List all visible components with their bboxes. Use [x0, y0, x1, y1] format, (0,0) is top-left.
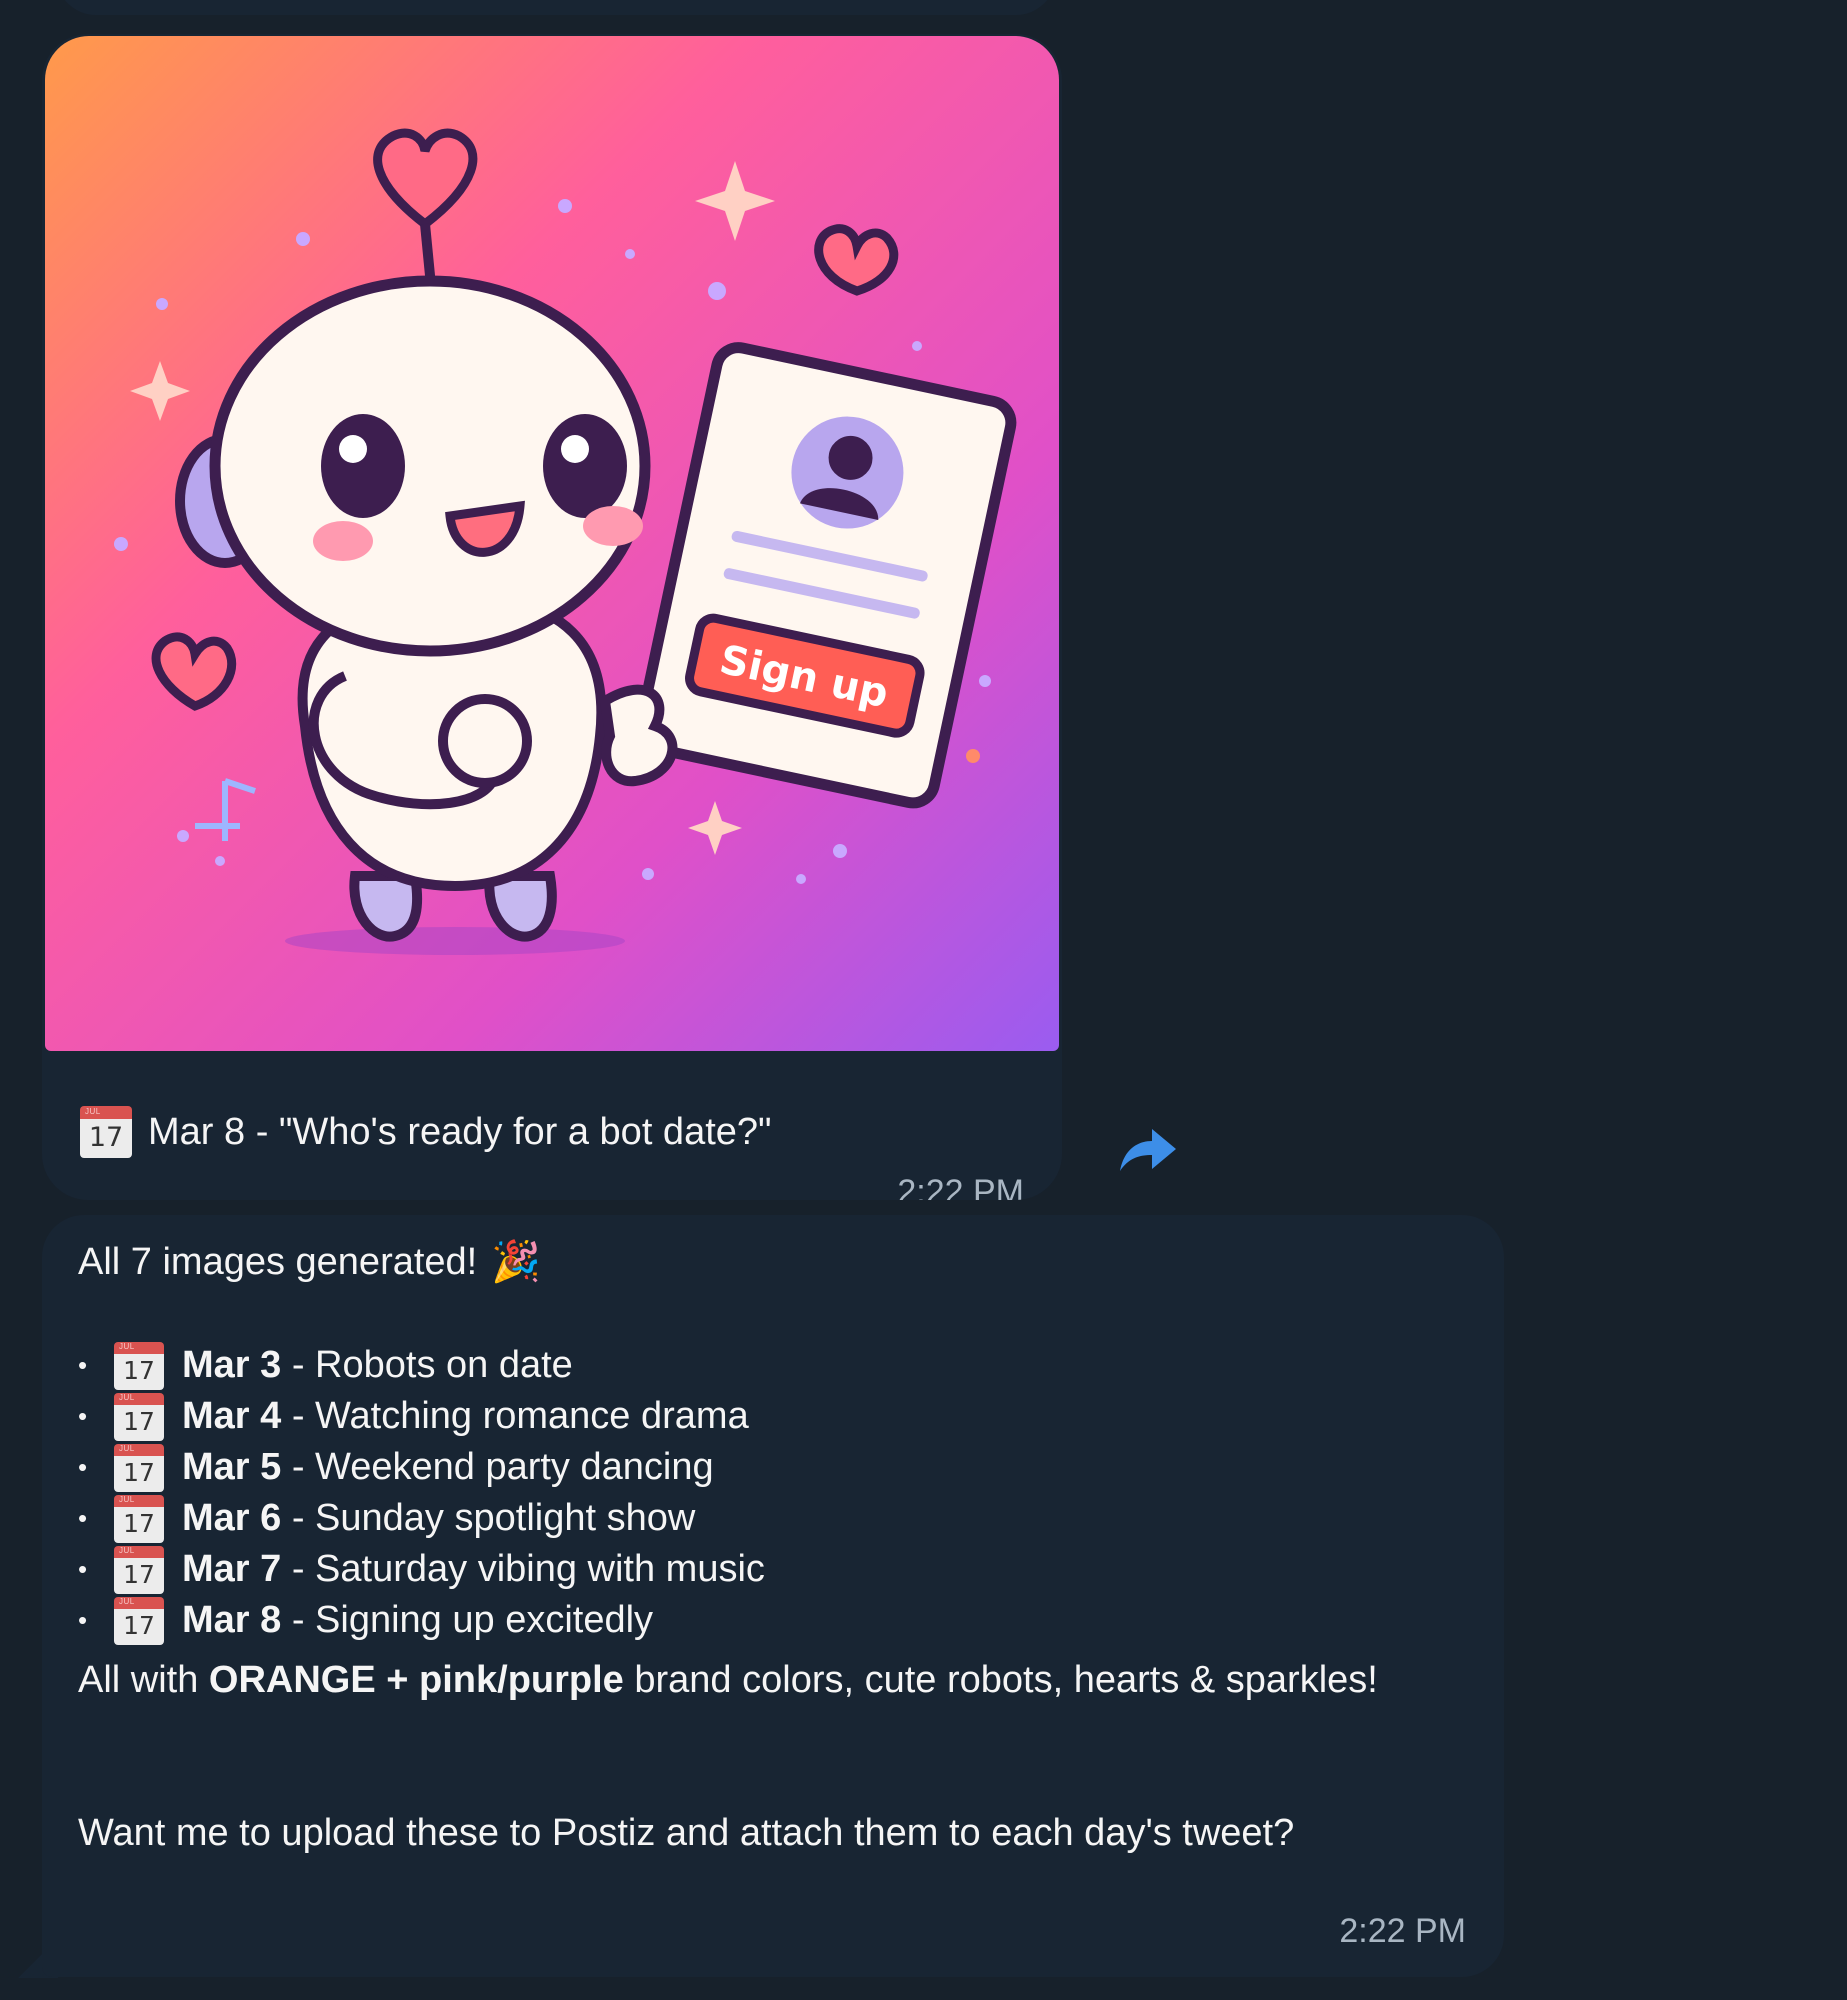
image-message-bubble[interactable]: Sign up 17 Mar 8 - "Who's ready for a bo…: [42, 34, 1062, 1200]
calendar-icon-day: 17: [123, 1355, 155, 1385]
para2-suffix: brand colors, cute robots, hearts & spar…: [623, 1659, 1378, 1701]
message-intro: All 7 images generated! 🎉: [78, 1237, 541, 1288]
list-item-date: Mar 7: [182, 1548, 282, 1590]
list-item-date: Mar 3: [182, 1344, 282, 1386]
brand-colors-paragraph: All with ORANGE + pink/purple brand colo…: [78, 1655, 1478, 1705]
calendar-icon-day: 17: [88, 1122, 124, 1153]
text-message-bubble[interactable]: All 7 images generated! 🎉 • 17 Mar 3 - R…: [42, 1215, 1504, 1977]
bullet-icon: •: [78, 1401, 88, 1431]
robot-illustration: Sign up: [45, 36, 1059, 1051]
forward-icon[interactable]: [1118, 1125, 1178, 1177]
image-caption: 17 Mar 8 - "Who's ready for a bot date?": [80, 1106, 772, 1158]
robot-signup-image[interactable]: Sign up: [45, 36, 1059, 1051]
list-item-text: - Sunday spotlight show: [281, 1497, 696, 1539]
list-item: • 17 Mar 7 - Saturday vibing with music: [78, 1544, 765, 1595]
list-item: • 17 Mar 5 - Weekend party dancing: [78, 1442, 765, 1493]
para2-prefix: All with: [78, 1659, 209, 1701]
calendar-icon: 17: [80, 1106, 132, 1158]
calendar-icon: 17: [114, 1392, 164, 1441]
list-item-text: - Watching romance drama: [281, 1395, 749, 1437]
list-item: • 17 Mar 8 - Signing up excitedly: [78, 1595, 765, 1646]
list-item-text: - Saturday vibing with music: [281, 1548, 765, 1590]
bullet-icon: •: [78, 1554, 88, 1584]
party-popper-icon: 🎉: [491, 1240, 542, 1284]
list-item-text: - Weekend party dancing: [281, 1446, 714, 1488]
calendar-icon-day: 17: [123, 1457, 155, 1487]
bullet-icon: •: [78, 1350, 88, 1380]
message-timestamp: 2:22 PM: [1339, 1912, 1466, 1950]
list-item-date: Mar 6: [182, 1497, 282, 1539]
calendar-icon: 17: [114, 1443, 164, 1492]
list-item-text: - Signing up excitedly: [281, 1599, 654, 1641]
list-item-date: Mar 8: [182, 1599, 282, 1641]
list-item: • 17 Mar 6 - Sunday spotlight show: [78, 1493, 765, 1544]
calendar-icon-day: 17: [123, 1559, 155, 1589]
list-item-date: Mar 4: [182, 1395, 282, 1437]
list-item-date: Mar 5: [182, 1446, 282, 1488]
calendar-icon: 17: [114, 1494, 164, 1543]
calendar-icon: 17: [114, 1596, 164, 1645]
bullet-icon: •: [78, 1503, 88, 1533]
upload-question: Want me to upload these to Postiz and at…: [78, 1812, 1295, 1854]
calendar-icon-day: 17: [123, 1508, 155, 1538]
list-item-text: - Robots on date: [281, 1344, 573, 1386]
bullet-icon: •: [78, 1452, 88, 1482]
para2-bold: ORANGE + pink/purple: [208, 1659, 624, 1701]
caption-text: Mar 8 - "Who's ready for a bot date?": [148, 1110, 772, 1153]
calendar-icon-day: 17: [123, 1610, 155, 1640]
intro-text: All 7 images generated!: [78, 1241, 478, 1283]
previous-message-bubble: [56, 0, 1056, 15]
calendar-icon-day: 17: [123, 1406, 155, 1436]
bullet-icon: •: [78, 1605, 88, 1635]
list-item: • 17 Mar 3 - Robots on date: [78, 1340, 765, 1391]
image-list: • 17 Mar 3 - Robots on date • 17 Mar 4 -…: [78, 1340, 765, 1646]
calendar-icon: 17: [114, 1545, 164, 1594]
calendar-icon: 17: [114, 1341, 164, 1390]
message-timestamp: 2:22 PM: [897, 1173, 1024, 1200]
list-item: • 17 Mar 4 - Watching romance drama: [78, 1391, 765, 1442]
